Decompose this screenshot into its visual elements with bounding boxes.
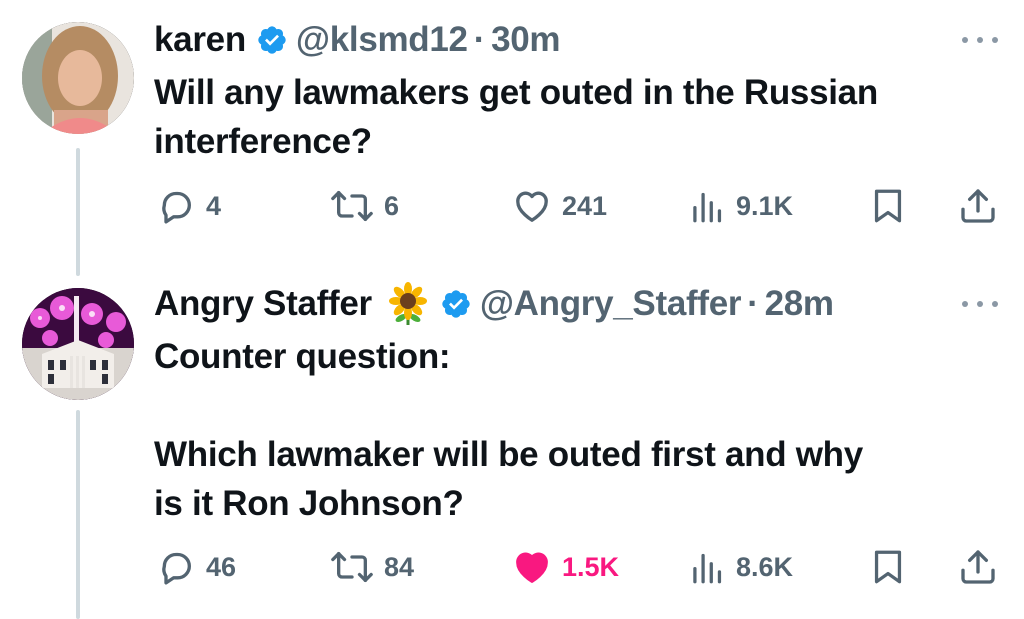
action-bar: 4 6 241 9.1K bbox=[154, 186, 1000, 226]
retweet-count: 6 bbox=[384, 190, 400, 221]
separator-dot: · bbox=[473, 20, 486, 59]
tweet-text: Will any lawmakers get outed in the Russ… bbox=[154, 73, 878, 161]
like-button[interactable]: 241 bbox=[512, 186, 607, 226]
like-icon bbox=[516, 552, 548, 583]
reply-icon bbox=[162, 191, 191, 224]
more-icon[interactable] bbox=[962, 34, 998, 46]
timestamp[interactable]: 28m bbox=[765, 284, 834, 324]
share-button[interactable] bbox=[958, 547, 998, 587]
reply-count: 4 bbox=[206, 190, 222, 221]
more-icon[interactable] bbox=[962, 298, 998, 310]
reply-icon bbox=[162, 552, 191, 585]
retweet-button[interactable]: 6 bbox=[330, 186, 399, 226]
reply-button[interactable]: 4 bbox=[156, 186, 221, 226]
tweet-header: Angry Staffer @Angry_Staffer · 28m bbox=[154, 282, 834, 325]
retweet-icon bbox=[331, 191, 373, 221]
action-bar: 46 84 1.5K 8.6K bbox=[154, 547, 1000, 587]
retweet-count: 84 bbox=[384, 551, 415, 582]
avatar-angry-staffer[interactable] bbox=[22, 288, 134, 400]
retweet-button[interactable]: 84 bbox=[330, 547, 414, 587]
handle[interactable]: @Angry_Staffer bbox=[480, 284, 742, 324]
tweet-karen[interactable]: karen @klsmd12 · 30m Will any lawmakers … bbox=[0, 0, 1024, 276]
thread-line bbox=[76, 148, 80, 276]
bookmark-icon bbox=[874, 550, 902, 584]
share-icon bbox=[961, 550, 995, 584]
views-icon bbox=[693, 192, 722, 223]
views-button[interactable]: 9.1K bbox=[690, 186, 793, 226]
bookmark-button[interactable] bbox=[870, 186, 906, 226]
tweet-text: Counter question: Which lawmaker will be… bbox=[154, 337, 863, 523]
share-icon bbox=[961, 189, 995, 223]
timestamp[interactable]: 30m bbox=[491, 20, 560, 60]
thread-line bbox=[76, 410, 80, 619]
verified-badge-icon[interactable] bbox=[256, 24, 288, 56]
tweet-angry-staffer[interactable]: Angry Staffer @Angry_Staffer · 28m Count… bbox=[0, 270, 1024, 619]
display-name[interactable]: Angry Staffer bbox=[154, 284, 372, 324]
reply-button[interactable]: 46 bbox=[156, 547, 236, 587]
views-count: 9.1K bbox=[736, 190, 794, 221]
like-count: 241 bbox=[562, 190, 608, 221]
handle[interactable]: @klsmd12 bbox=[296, 20, 468, 60]
bookmark-button[interactable] bbox=[870, 547, 906, 587]
verified-badge-icon[interactable] bbox=[440, 288, 472, 320]
like-count: 1.5K bbox=[562, 551, 620, 582]
like-icon bbox=[516, 191, 548, 222]
like-button[interactable]: 1.5K bbox=[512, 547, 619, 587]
display-name[interactable]: karen bbox=[154, 20, 246, 60]
reply-count: 46 bbox=[206, 551, 237, 582]
retweet-icon bbox=[331, 552, 373, 582]
views-count: 8.6K bbox=[736, 551, 794, 582]
views-button[interactable]: 8.6K bbox=[690, 547, 793, 587]
avatar-karen[interactable] bbox=[22, 22, 134, 134]
views-icon bbox=[693, 553, 722, 584]
tweet-header: karen @klsmd12 · 30m bbox=[154, 20, 561, 60]
separator-dot: · bbox=[747, 284, 759, 323]
bookmark-icon bbox=[874, 189, 902, 223]
sunflower-emoji-icon bbox=[388, 282, 427, 325]
share-button[interactable] bbox=[958, 186, 998, 226]
